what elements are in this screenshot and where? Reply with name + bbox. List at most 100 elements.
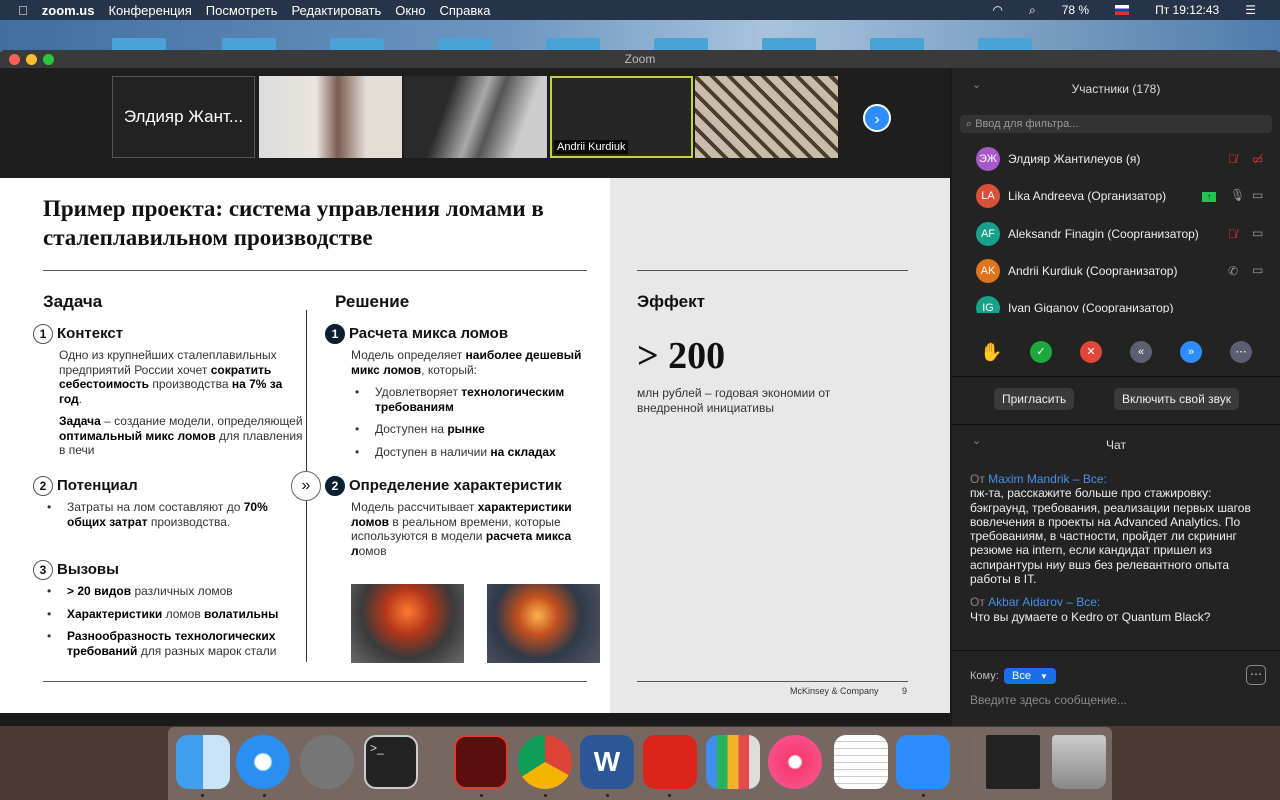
section-title: Определение характеристик bbox=[349, 476, 562, 494]
section-title: Потенциал bbox=[57, 476, 138, 494]
search-icon[interactable]: ⌕ bbox=[1029, 3, 1036, 18]
col-heading-solution: Решение bbox=[335, 292, 410, 311]
terminal-icon[interactable]: >_ bbox=[364, 735, 418, 789]
video-icon[interactable]: ▭ bbox=[1252, 188, 1263, 202]
recipient-dropdown[interactable]: Все ▼ bbox=[1004, 668, 1056, 684]
textedit-icon[interactable] bbox=[834, 735, 888, 789]
step-number: 1 bbox=[325, 324, 345, 344]
context-text: Одно из крупнейших сталеплавильных предп… bbox=[59, 348, 283, 406]
no-x-icon[interactable]: ✕ bbox=[1080, 341, 1102, 363]
section-title: Контекст bbox=[57, 324, 124, 342]
avatar: AK bbox=[976, 259, 1000, 283]
acrobat-icon[interactable] bbox=[454, 735, 508, 789]
chat-more-button[interactable]: ⋯ bbox=[1246, 665, 1266, 685]
battery-label[interactable]: 78 % bbox=[1062, 3, 1089, 17]
section-title: Расчета микса ломов bbox=[349, 324, 509, 342]
screen-share-icon: ↑ bbox=[1202, 192, 1216, 202]
bullet: Удовлетворяет технологическим требования… bbox=[351, 385, 590, 414]
video-tile[interactable]: Элдияр Жант... bbox=[112, 76, 255, 158]
video-tile-active-speaker[interactable]: Andrii Kurdiuk bbox=[550, 76, 693, 158]
menu-conference[interactable]: Конференция bbox=[108, 3, 191, 18]
mic-icon[interactable]: 🎙 bbox=[1230, 188, 1245, 202]
tile-name: Элдияр Жант... bbox=[123, 107, 244, 126]
video-icon[interactable]: ▭ bbox=[1252, 226, 1263, 240]
chat-message: От Maxim Mandrik – Все: пж-та, расскажите… bbox=[970, 472, 1270, 586]
step-number: 2 bbox=[325, 476, 345, 496]
acrobat-reader-icon[interactable] bbox=[643, 735, 697, 789]
go-slower-icon[interactable]: « bbox=[1130, 341, 1152, 363]
downloads-stack-icon[interactable] bbox=[986, 735, 1040, 789]
close-icon[interactable] bbox=[9, 54, 20, 65]
task-text: Задача – создание модели, определяющей о… bbox=[59, 414, 303, 457]
page-number: 9 bbox=[902, 686, 908, 696]
bullet: Затраты на лом составляют до 70% общих з… bbox=[43, 500, 308, 529]
invite-button[interactable]: Пригласить bbox=[994, 388, 1075, 410]
effect-description: млн рублей – годовая экономии от внедрен… bbox=[637, 386, 831, 415]
minimize-icon[interactable] bbox=[26, 54, 37, 65]
side-panel: ⌄ Участники (178) ⌕ Ввод для фильтра... … bbox=[952, 68, 1280, 726]
divider bbox=[952, 424, 1280, 425]
word-icon[interactable]: W bbox=[580, 735, 634, 789]
message-text: пж-та, расскажите больше про стажировку:… bbox=[970, 486, 1251, 587]
section-title: Вызовы bbox=[57, 560, 119, 578]
solution-text: Модель определяет наиболее дешевый микс … bbox=[351, 348, 582, 377]
message-text: Что вы думаете о Kedro от Quantum Black? bbox=[970, 609, 1211, 624]
chat-message-input[interactable]: Введите здесь сообщение... bbox=[970, 693, 1270, 707]
more-icon[interactable]: ⋯ bbox=[1230, 341, 1252, 363]
divider bbox=[637, 681, 908, 682]
mic-muted-icon[interactable]: 🎙̸ bbox=[1228, 152, 1237, 166]
bullet: Характеристики ломов волатильны bbox=[43, 607, 308, 622]
bullet: Доступен в наличии на складах bbox=[351, 445, 590, 460]
dropdown-arrow-icon: ▼ bbox=[1040, 672, 1048, 681]
participant-row[interactable]: IG Ivan Giganov (Соорганизатор) bbox=[976, 295, 1276, 313]
chrome-icon[interactable] bbox=[518, 735, 572, 789]
finder-icon[interactable] bbox=[176, 735, 230, 789]
video-off-icon[interactable]: ▭̸ bbox=[1252, 152, 1263, 166]
clock[interactable]: Пт 19:12:43 bbox=[1155, 3, 1219, 17]
furnace-photo bbox=[351, 584, 464, 663]
apple-icon[interactable]:  bbox=[18, 3, 28, 18]
to-label: Кому: bbox=[970, 670, 999, 682]
menu-window[interactable]: Окно bbox=[395, 3, 425, 18]
shared-slide: Пример проекта: система управления ломам… bbox=[0, 178, 950, 713]
maximize-icon[interactable] bbox=[43, 54, 54, 65]
participant-name: Элдияр Жантилеуов (я) bbox=[1008, 152, 1141, 166]
menu-view[interactable]: Посмотреть bbox=[206, 3, 278, 18]
yes-check-icon[interactable]: ✓ bbox=[1030, 341, 1052, 363]
col-heading-effect: Эффект bbox=[637, 292, 705, 311]
list-icon[interactable]: ☰ bbox=[1245, 3, 1256, 17]
divider bbox=[43, 681, 587, 682]
wifi-icon[interactable]: ◠ bbox=[992, 3, 1002, 17]
next-videos-arrow-icon[interactable]: › bbox=[863, 104, 891, 132]
participant-filter-input[interactable]: ⌕ Ввод для фильтра... bbox=[960, 115, 1272, 133]
chat-message: От Akbar Aidarov – Все: Что вы думаете о … bbox=[970, 595, 1270, 624]
video-tile[interactable] bbox=[404, 76, 547, 158]
avatar: IG bbox=[976, 296, 1000, 313]
safari-icon[interactable] bbox=[236, 735, 290, 789]
step-number: 2 bbox=[33, 476, 53, 496]
video-tile[interactable] bbox=[695, 76, 838, 158]
menu-help[interactable]: Справка bbox=[439, 3, 490, 18]
unmute-button[interactable]: Включить свой звук bbox=[1114, 388, 1239, 410]
menu-edit[interactable]: Редактировать bbox=[291, 3, 381, 18]
participant-name: Aleksandr Finagin (Соорганизатор) bbox=[1008, 227, 1199, 241]
recipient-value: Все bbox=[1012, 670, 1031, 682]
raise-hand-icon[interactable]: ✋ bbox=[980, 341, 1002, 363]
solution-text: Модель рассчитывает характеристики ломов… bbox=[351, 500, 572, 558]
mic-muted-icon[interactable]: 🎙̸ bbox=[1228, 227, 1237, 241]
phone-icon[interactable]: ✆ bbox=[1228, 264, 1238, 278]
video-icon[interactable]: ▭ bbox=[1252, 263, 1263, 277]
divider bbox=[637, 270, 908, 271]
music-icon[interactable] bbox=[768, 735, 822, 789]
participant-name: Ivan Giganov (Соорганизатор) bbox=[1008, 301, 1174, 313]
trash-icon[interactable] bbox=[1052, 735, 1106, 789]
video-tile[interactable] bbox=[259, 76, 402, 158]
chat-title: Чат bbox=[1106, 438, 1126, 452]
zoom-icon[interactable] bbox=[896, 735, 950, 789]
menu-app[interactable]: zoom.us bbox=[42, 3, 95, 18]
divider bbox=[43, 270, 587, 271]
launchpad-icon[interactable] bbox=[300, 735, 354, 789]
flag-icon[interactable] bbox=[1115, 5, 1130, 15]
numbers-icon[interactable] bbox=[706, 735, 760, 789]
go-faster-icon[interactable]: » bbox=[1180, 341, 1202, 363]
